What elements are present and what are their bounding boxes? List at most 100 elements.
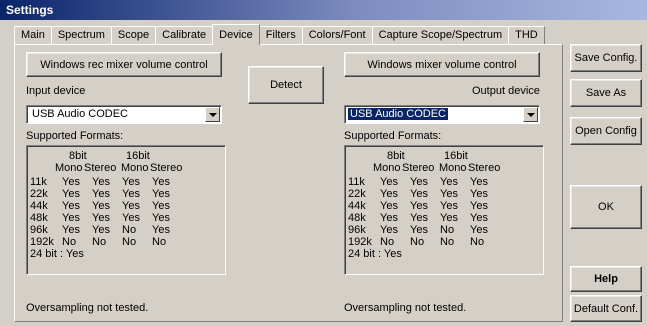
format-value: Yes — [410, 176, 428, 188]
format-value: No — [410, 236, 425, 248]
format-value: Yes — [380, 212, 398, 224]
save-as-button[interactable]: Save As — [570, 79, 642, 107]
format-value: Yes — [152, 176, 170, 188]
rate-label: 11k — [30, 176, 47, 188]
format-value: Yes — [92, 188, 110, 200]
bit-header: 16bit — [444, 150, 468, 162]
channel-header: Mono — [439, 162, 467, 174]
format-value: Yes — [62, 176, 80, 188]
help-button[interactable]: Help — [570, 266, 642, 292]
rate-label: 22k — [348, 188, 366, 200]
format-value: Yes — [92, 212, 110, 224]
chevron-down-icon[interactable] — [205, 107, 220, 122]
tab-strip: Main Spectrum Scope Calibrate Device Fil… — [14, 24, 545, 45]
ok-button[interactable]: OK — [570, 185, 642, 229]
format-value: Yes — [470, 224, 488, 236]
format-value: Yes — [470, 188, 488, 200]
output-formats-label: Supported Formats: — [344, 130, 442, 142]
tab-capture-scope-spectrum[interactable]: Capture Scope/Spectrum — [371, 26, 510, 44]
rate-label: 11k — [348, 176, 365, 188]
format-value: No — [92, 236, 107, 248]
input-formats-label: Supported Formats: — [26, 130, 124, 142]
format-value: Yes — [152, 188, 170, 200]
format-value: Yes — [440, 188, 458, 200]
output-device-select[interactable]: USB Audio CODEC — [344, 105, 540, 124]
format-value: Yes — [62, 200, 80, 212]
format-value: No — [440, 224, 455, 236]
rate-label: 192k — [348, 236, 372, 248]
output-formats-table: 8bit 16bit Mono Stereo Mono Stereo 11k Yes Yes Ye… — [344, 145, 544, 275]
format-value: Yes — [410, 212, 428, 224]
input-device-select[interactable]: USB Audio CODEC — [26, 105, 222, 124]
rate-label: 96k — [30, 224, 48, 236]
format-value: No — [62, 236, 77, 248]
format-value: Yes — [380, 188, 398, 200]
format-value: Yes — [440, 212, 458, 224]
tab-device[interactable]: Device — [212, 24, 260, 45]
format-value: Yes — [152, 212, 170, 224]
tab-calibrate[interactable]: Calibrate — [155, 26, 214, 44]
format-value: Yes — [152, 200, 170, 212]
rate-label: 22k — [30, 188, 48, 200]
detect-button[interactable]: Detect — [248, 66, 324, 104]
bit-header: 16bit — [126, 150, 150, 162]
window-title: Settings — [0, 0, 647, 20]
rate-label: 96k — [348, 224, 366, 236]
output-oversampling-status: Oversampling not tested. — [344, 302, 467, 314]
rate-label: 44k — [30, 200, 48, 212]
channel-header: Mono — [373, 162, 401, 174]
input-oversampling-status: Oversampling not tested. — [26, 302, 149, 314]
format-value: Yes — [92, 176, 110, 188]
format-value: Yes — [410, 224, 428, 236]
rate-label: 48k — [348, 212, 366, 224]
format-value: Yes — [440, 200, 458, 212]
format-value: Yes — [470, 200, 488, 212]
tab-thd[interactable]: THD — [508, 26, 545, 44]
format-value: Yes — [62, 188, 80, 200]
format-value: Yes — [152, 224, 170, 236]
chevron-down-icon[interactable] — [523, 107, 538, 122]
format-value: Yes — [62, 212, 80, 224]
format-value: Yes — [62, 224, 80, 236]
save-config-button[interactable]: Save Config. — [570, 44, 642, 72]
tab-spectrum[interactable]: Spectrum — [50, 26, 112, 44]
input-formats-table: 8bit 16bit Mono Stereo Mono Stereo 11k Yes Yes Ye… — [26, 145, 226, 275]
bit-header: 8bit — [69, 150, 87, 162]
tab-scope[interactable]: Scope — [110, 26, 157, 44]
input-device-value: USB Audio CODEC — [32, 108, 128, 120]
tab-colors-font[interactable]: Colors/Font — [301, 26, 373, 44]
format-value: Yes — [122, 212, 140, 224]
output-device-label: Output device — [472, 85, 540, 97]
extra-format: 24 bit : Yes — [348, 248, 402, 260]
format-value: Yes — [92, 224, 110, 236]
channel-header: Mono — [55, 162, 83, 174]
rate-label: 48k — [30, 212, 48, 224]
tab-filters[interactable]: Filters — [258, 26, 303, 44]
format-value: Yes — [440, 176, 458, 188]
format-value: Yes — [122, 188, 140, 200]
rate-label: 44k — [348, 200, 366, 212]
format-value: Yes — [380, 176, 398, 188]
format-value: Yes — [92, 200, 110, 212]
format-value: No — [152, 236, 167, 248]
format-value: Yes — [470, 212, 488, 224]
format-value: Yes — [122, 176, 140, 188]
rec-mixer-button[interactable]: Windows rec mixer volume control — [26, 52, 222, 77]
format-value: Yes — [410, 200, 428, 212]
format-value: Yes — [410, 188, 428, 200]
input-device-label: Input device — [26, 85, 86, 97]
open-config-button[interactable]: Open Config — [570, 117, 642, 145]
format-value: Yes — [380, 224, 398, 236]
tab-main[interactable]: Main — [14, 26, 52, 44]
format-value: No — [122, 224, 137, 236]
mixer-button[interactable]: Windows mixer volume control — [344, 52, 540, 77]
output-device-value: USB Audio CODEC — [348, 108, 448, 120]
format-value: No — [380, 236, 395, 248]
rate-label: 192k — [30, 236, 54, 248]
channel-header: Stereo — [468, 162, 501, 174]
format-value: Yes — [122, 200, 140, 212]
channel-header: Stereo — [402, 162, 435, 174]
format-value: No — [470, 236, 485, 248]
channel-header: Mono — [121, 162, 149, 174]
default-conf-button[interactable]: Default Conf. — [570, 295, 642, 322]
